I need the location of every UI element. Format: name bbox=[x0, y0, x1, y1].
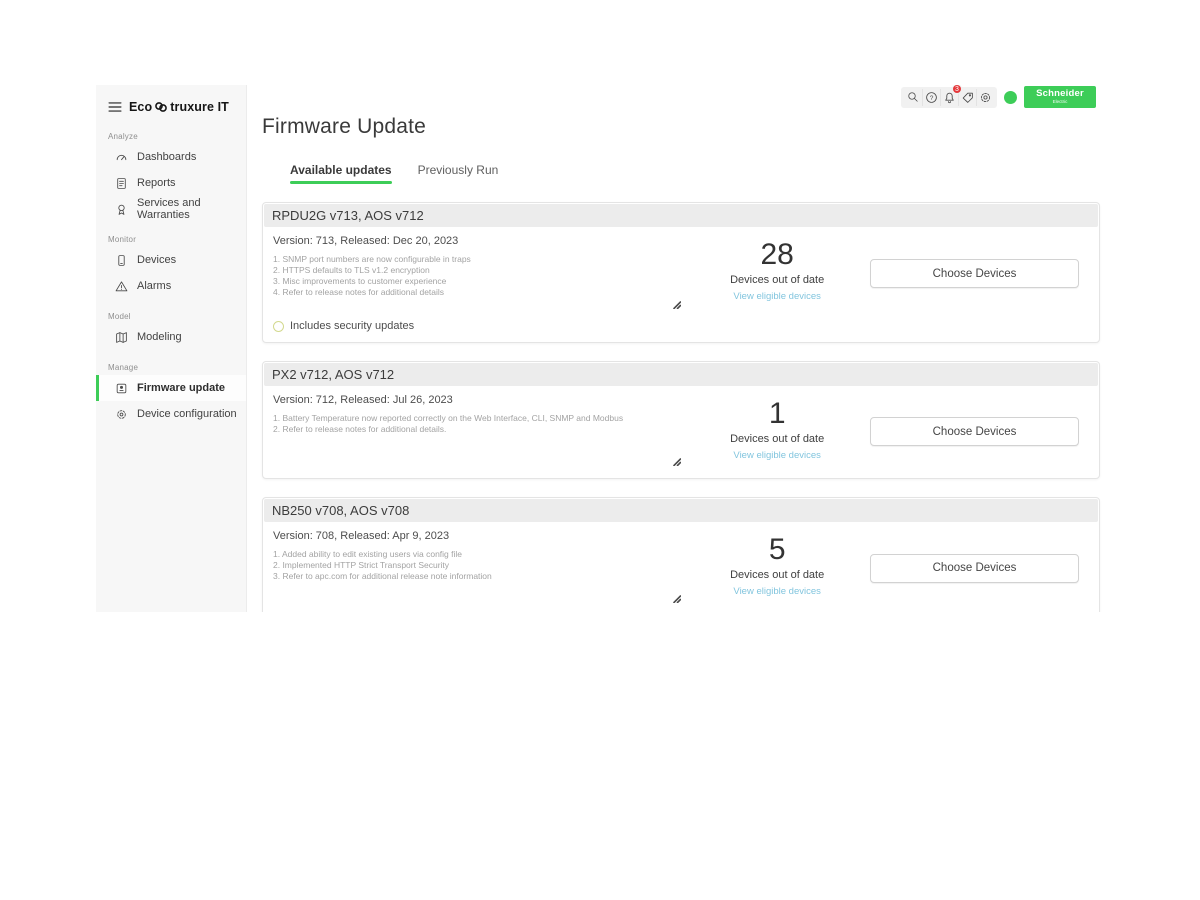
tab-previously-run[interactable]: Previously Run bbox=[418, 163, 499, 186]
tab-bar: Available updates Previously Run bbox=[290, 163, 1104, 186]
view-eligible-devices-link[interactable]: View eligible devices bbox=[733, 586, 821, 597]
version-line: Version: 713, Released: Dec 20, 2023 bbox=[273, 235, 684, 247]
choose-devices-button[interactable]: Choose Devices bbox=[870, 417, 1079, 446]
card-title: NB250 v708, AOS v708 bbox=[264, 499, 1098, 522]
security-circle-icon bbox=[273, 321, 284, 332]
resize-handle-icon[interactable] bbox=[673, 301, 681, 312]
view-eligible-devices-link[interactable]: View eligible devices bbox=[733, 291, 821, 302]
count-label: Devices out of date bbox=[684, 569, 870, 581]
view-eligible-devices-link[interactable]: View eligible devices bbox=[733, 450, 821, 461]
count-label: Devices out of date bbox=[684, 274, 870, 286]
release-notes-box[interactable]: 1. SNMP port numbers are now configurabl… bbox=[273, 254, 681, 312]
release-note: 3. Refer to apc.com for additional relea… bbox=[273, 571, 681, 582]
reports-icon bbox=[115, 177, 128, 190]
release-notes-box[interactable]: 1. Added ability to edit existing users … bbox=[273, 549, 681, 606]
resize-handle-icon[interactable] bbox=[673, 595, 681, 606]
choose-devices-button[interactable]: Choose Devices bbox=[870, 554, 1079, 583]
sidebar-item-label: Reports bbox=[137, 177, 176, 189]
main-content: Firmware Update Available updates Previo… bbox=[247, 85, 1104, 612]
sidebar-item-devices[interactable]: Devices bbox=[96, 247, 246, 273]
modeling-icon bbox=[115, 331, 128, 344]
device-stats: 28 Devices out of date View eligible dev… bbox=[684, 235, 870, 312]
security-note: Includes security updates bbox=[290, 320, 414, 332]
sidebar-item-device-configuration[interactable]: Device configuration bbox=[96, 401, 246, 427]
sidebar-item-label: Firmware update bbox=[137, 382, 225, 394]
version-line: Version: 708, Released: Apr 9, 2023 bbox=[273, 530, 684, 542]
release-note: 2. Implemented HTTP Strict Transport Sec… bbox=[273, 560, 681, 571]
devices-out-of-date-count: 1 bbox=[684, 398, 870, 430]
release-note: 2. HTTPS defaults to TLS v1.2 encryption bbox=[273, 265, 681, 276]
card-title: RPDU2G v713, AOS v712 bbox=[264, 204, 1098, 227]
firmware-update-icon bbox=[115, 382, 128, 395]
sidebar-item-services-warranties[interactable]: Services and Warranties bbox=[96, 196, 246, 222]
alarms-icon bbox=[115, 280, 128, 293]
release-note: 4. Refer to release notes for additional… bbox=[273, 287, 681, 298]
tab-label: Available updates bbox=[290, 163, 392, 177]
release-notes-box[interactable]: 1. Battery Temperature now reported corr… bbox=[273, 413, 681, 469]
brand-row: Eco truxure IT bbox=[96, 85, 246, 119]
firmware-card-list: RPDU2G v713, AOS v712 Version: 713, Rele… bbox=[262, 202, 1100, 612]
sidebar-section-monitor: Monitor bbox=[96, 222, 246, 247]
sidebar-section-manage: Manage bbox=[96, 350, 246, 375]
brand-prefix: Eco bbox=[129, 100, 152, 114]
sidebar-item-modeling[interactable]: Modeling bbox=[96, 324, 246, 350]
devices-out-of-date-count: 5 bbox=[684, 534, 870, 566]
sidebar: Eco truxure IT Analyze Dashboards Report… bbox=[96, 85, 247, 612]
card-title: PX2 v712, AOS v712 bbox=[264, 363, 1098, 386]
count-label: Devices out of date bbox=[684, 433, 870, 445]
sidebar-section-analyze: Analyze bbox=[96, 119, 246, 144]
firmware-card-rpdu2g: RPDU2G v713, AOS v712 Version: 713, Rele… bbox=[262, 202, 1100, 343]
device-stats: 5 Devices out of date View eligible devi… bbox=[684, 530, 870, 606]
version-line: Version: 712, Released: Jul 26, 2023 bbox=[273, 394, 684, 406]
sidebar-item-label: Device configuration bbox=[137, 408, 237, 420]
sidebar-item-alarms[interactable]: Alarms bbox=[96, 273, 246, 299]
brand-logo: Eco truxure IT bbox=[129, 99, 229, 115]
sidebar-item-dashboards[interactable]: Dashboards bbox=[96, 144, 246, 170]
resize-handle-icon[interactable] bbox=[673, 458, 681, 469]
device-configuration-icon bbox=[115, 408, 128, 421]
app-window: Eco truxure IT Analyze Dashboards Report… bbox=[96, 85, 1104, 612]
release-note: 1. Added ability to edit existing users … bbox=[273, 549, 681, 560]
sidebar-item-reports[interactable]: Reports bbox=[96, 170, 246, 196]
sidebar-item-label: Services and Warranties bbox=[137, 197, 246, 221]
release-note: 3. Misc improvements to customer experie… bbox=[273, 276, 681, 287]
brand-suffix: truxure IT bbox=[170, 100, 229, 114]
firmware-card-nb250: NB250 v708, AOS v708 Version: 708, Relea… bbox=[262, 497, 1100, 612]
sidebar-section-model: Model bbox=[96, 299, 246, 324]
firmware-card-px2: PX2 v712, AOS v712 Version: 712, Release… bbox=[262, 361, 1100, 479]
dashboards-icon bbox=[115, 151, 128, 164]
services-warranties-icon bbox=[115, 203, 128, 216]
release-note: 1. Battery Temperature now reported corr… bbox=[273, 413, 681, 424]
sidebar-item-firmware-update[interactable]: Firmware update bbox=[96, 375, 246, 401]
choose-devices-button[interactable]: Choose Devices bbox=[870, 259, 1079, 288]
page-title: Firmware Update bbox=[262, 115, 1104, 139]
sidebar-item-label: Alarms bbox=[137, 280, 171, 292]
tab-label: Previously Run bbox=[418, 163, 499, 177]
release-note: 1. SNMP port numbers are now configurabl… bbox=[273, 254, 681, 265]
device-stats: 1 Devices out of date View eligible devi… bbox=[684, 394, 870, 469]
devices-out-of-date-count: 28 bbox=[684, 239, 870, 271]
menu-icon[interactable] bbox=[108, 101, 122, 113]
tab-available-updates[interactable]: Available updates bbox=[290, 163, 392, 186]
sidebar-item-label: Modeling bbox=[137, 331, 182, 343]
ecostruxure-loop-icon bbox=[153, 99, 169, 115]
devices-icon bbox=[115, 254, 128, 267]
sidebar-item-label: Dashboards bbox=[137, 151, 196, 163]
sidebar-item-label: Devices bbox=[137, 254, 176, 266]
security-updates-row: Includes security updates bbox=[264, 320, 1098, 341]
release-note: 2. Refer to release notes for additional… bbox=[273, 424, 681, 435]
